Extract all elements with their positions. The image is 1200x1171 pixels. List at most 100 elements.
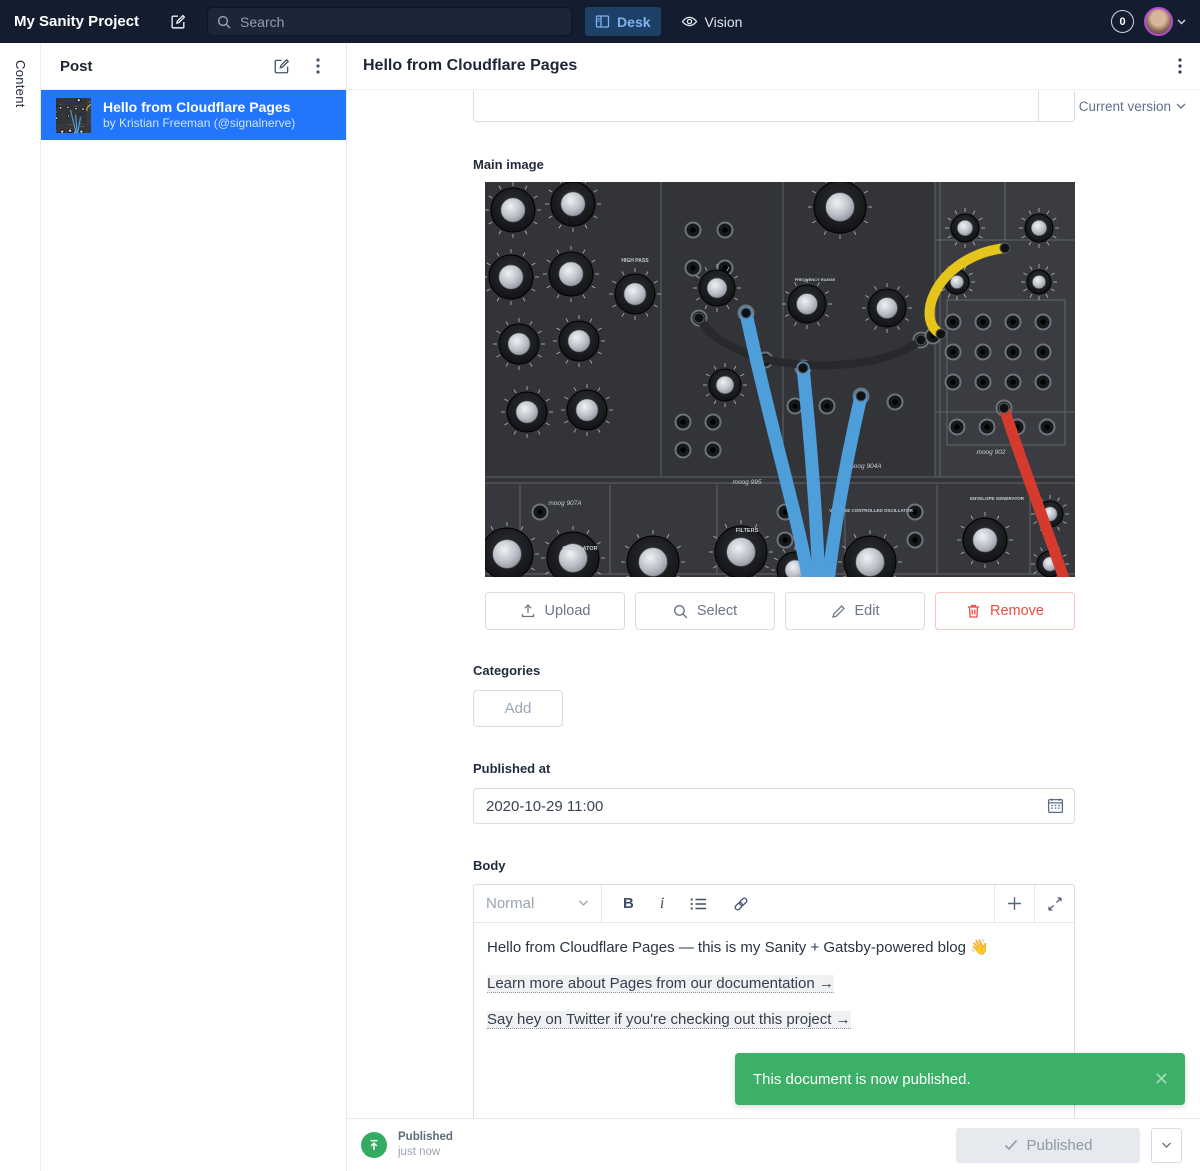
post-item-subtitle: by Kristian Freeman (@signalnerve) — [103, 116, 295, 131]
document-pane: Hello from Cloudflare Pages Current vers… — [347, 43, 1200, 1171]
panel-title: Post — [60, 58, 270, 75]
publish-status-time: just now — [398, 1145, 453, 1160]
publish-menu-button[interactable] — [1151, 1128, 1182, 1163]
remove-button[interactable]: Remove — [935, 592, 1075, 630]
toolbar-spacer — [749, 885, 994, 922]
italic-button[interactable]: i — [660, 895, 664, 913]
body-paragraph: Hello from Cloudflare Pages — this is my… — [487, 937, 1061, 958]
post-panel-header: Post — [41, 43, 346, 90]
remove-label: Remove — [990, 603, 1044, 619]
upload-button[interactable]: Upload — [485, 592, 625, 630]
categories-label: Categories — [473, 663, 1075, 678]
top-navbar: My Sanity Project Desk — [0, 0, 1200, 43]
edit-button[interactable]: Edit — [785, 592, 925, 630]
tab-vision-label: Vision — [705, 14, 743, 30]
search-icon — [673, 604, 688, 619]
tab-content[interactable]: Content — [13, 43, 28, 108]
svg-text:moog 904A: moog 904A — [848, 463, 881, 470]
editor-toolbar: Normal B i — [474, 885, 1074, 923]
panel-menu-button[interactable] — [306, 54, 330, 78]
published-at-label: Published at — [473, 761, 1075, 776]
image-button-row: Upload Select Edit — [485, 592, 1075, 630]
upload-icon — [520, 603, 536, 619]
upload-label: Upload — [545, 603, 591, 619]
document-form: Current version Main image HIGH PASS moog… — [347, 91, 1200, 1118]
svg-text:ENVELOPE GENERATOR: ENVELOPE GENERATOR — [970, 496, 1025, 501]
search-input[interactable] — [238, 13, 542, 31]
published-at-input[interactable] — [473, 788, 1075, 824]
project-title: My Sanity Project — [14, 13, 139, 30]
plus-icon — [1007, 896, 1022, 911]
publish-status-title: Published — [398, 1130, 453, 1145]
document-menu-button[interactable] — [1178, 58, 1182, 74]
compose-icon — [273, 57, 291, 75]
trash-icon — [966, 603, 981, 619]
insert-block-button[interactable] — [994, 885, 1034, 922]
bold-button[interactable]: B — [623, 895, 634, 912]
publish-status-icon — [361, 1132, 387, 1158]
select-button[interactable]: Select — [635, 592, 775, 630]
edit-label: Edit — [855, 603, 880, 619]
expand-editor-button[interactable] — [1034, 885, 1074, 922]
search-bar[interactable] — [207, 7, 572, 36]
calendar-icon[interactable] — [1047, 797, 1064, 814]
pencil-icon — [831, 604, 846, 619]
version-label: Current version — [1079, 99, 1171, 114]
version-select[interactable]: Current version — [1079, 99, 1186, 114]
svg-text:moog 907A: moog 907A — [548, 500, 581, 507]
link-button[interactable] — [733, 896, 749, 912]
content-rail: Content — [0, 43, 41, 1171]
tab-desk-label: Desk — [617, 14, 650, 30]
add-category-button[interactable]: Add — [473, 690, 563, 727]
svg-text:moog 902: moog 902 — [977, 449, 1006, 456]
chevron-down-icon — [1176, 103, 1186, 110]
body-label: Body — [473, 858, 1075, 873]
body-link-documentation[interactable]: Learn more about Pages from our document… — [487, 975, 834, 993]
main-image[interactable]: HIGH PASS moog 907A moog 995 moog 904A moog … — [485, 182, 1075, 577]
bullet-list-button[interactable] — [690, 897, 707, 911]
compose-icon — [170, 13, 187, 30]
post-list-item-selected[interactable]: HIGH PASSmoog 907Amoog 995moog 904Amoog … — [41, 90, 346, 140]
expand-icon — [1048, 897, 1062, 911]
block-style-label: Normal — [486, 895, 534, 912]
publish-button[interactable]: Published — [956, 1128, 1140, 1163]
document-header: Hello from Cloudflare Pages — [347, 43, 1200, 90]
post-item-title: Hello from Cloudflare Pages — [103, 99, 295, 117]
desk-icon — [595, 14, 610, 29]
document-footer: Published just now Published — [347, 1118, 1200, 1171]
svg-text:HIGH PASS: HIGH PASS — [621, 258, 649, 264]
post-list-panel: Post HIGH PASSmoog 907Amoog 995moog 904A… — [41, 43, 347, 1171]
post-item-text: Hello from Cloudflare Pages by Kristian … — [103, 99, 295, 132]
new-document-button[interactable] — [270, 54, 294, 78]
eye-icon — [681, 14, 698, 29]
block-style-select[interactable]: Normal — [474, 885, 602, 922]
check-icon — [1004, 1139, 1018, 1151]
svg-text:moog 995: moog 995 — [733, 479, 762, 486]
compose-button[interactable] — [165, 9, 191, 35]
close-icon[interactable]: ✕ — [1154, 1069, 1169, 1090]
body-link-twitter[interactable]: Say hey on Twitter if you're checking ou… — [487, 1011, 851, 1029]
svg-text:FREQUENCY RANGE: FREQUENCY RANGE — [795, 277, 836, 282]
toast-message: This document is now published. — [753, 1071, 1154, 1088]
chevron-down-icon — [1161, 1142, 1172, 1149]
document-title: Hello from Cloudflare Pages — [363, 57, 1178, 75]
post-thumbnail: HIGH PASSmoog 907Amoog 995moog 904Amoog … — [56, 98, 91, 133]
svg-text:OSCILLATOR: OSCILLATOR — [562, 546, 597, 552]
tab-desk[interactable]: Desk — [585, 7, 660, 36]
search-icon — [217, 15, 231, 29]
main-image-label: Main image — [473, 157, 1075, 172]
notifications-badge[interactable]: 0 — [1111, 10, 1134, 33]
chevron-down-icon — [578, 900, 589, 907]
avatar-chevron-down-icon[interactable] — [1177, 19, 1186, 25]
format-buttons: B i — [602, 885, 749, 922]
publish-button-label: Published — [1027, 1137, 1093, 1154]
select-label: Select — [697, 603, 737, 619]
tab-vision[interactable]: Vision — [671, 7, 753, 36]
published-at-field — [473, 788, 1075, 824]
svg-text:FILTERS: FILTERS — [736, 528, 759, 534]
publish-status-text: Published just now — [398, 1130, 453, 1160]
publish-toast: This document is now published. ✕ — [735, 1053, 1185, 1105]
kebab-menu-icon — [1178, 58, 1182, 74]
editor-content[interactable]: Hello from Cloudflare Pages — this is my… — [474, 923, 1074, 1059]
avatar[interactable] — [1144, 7, 1173, 36]
